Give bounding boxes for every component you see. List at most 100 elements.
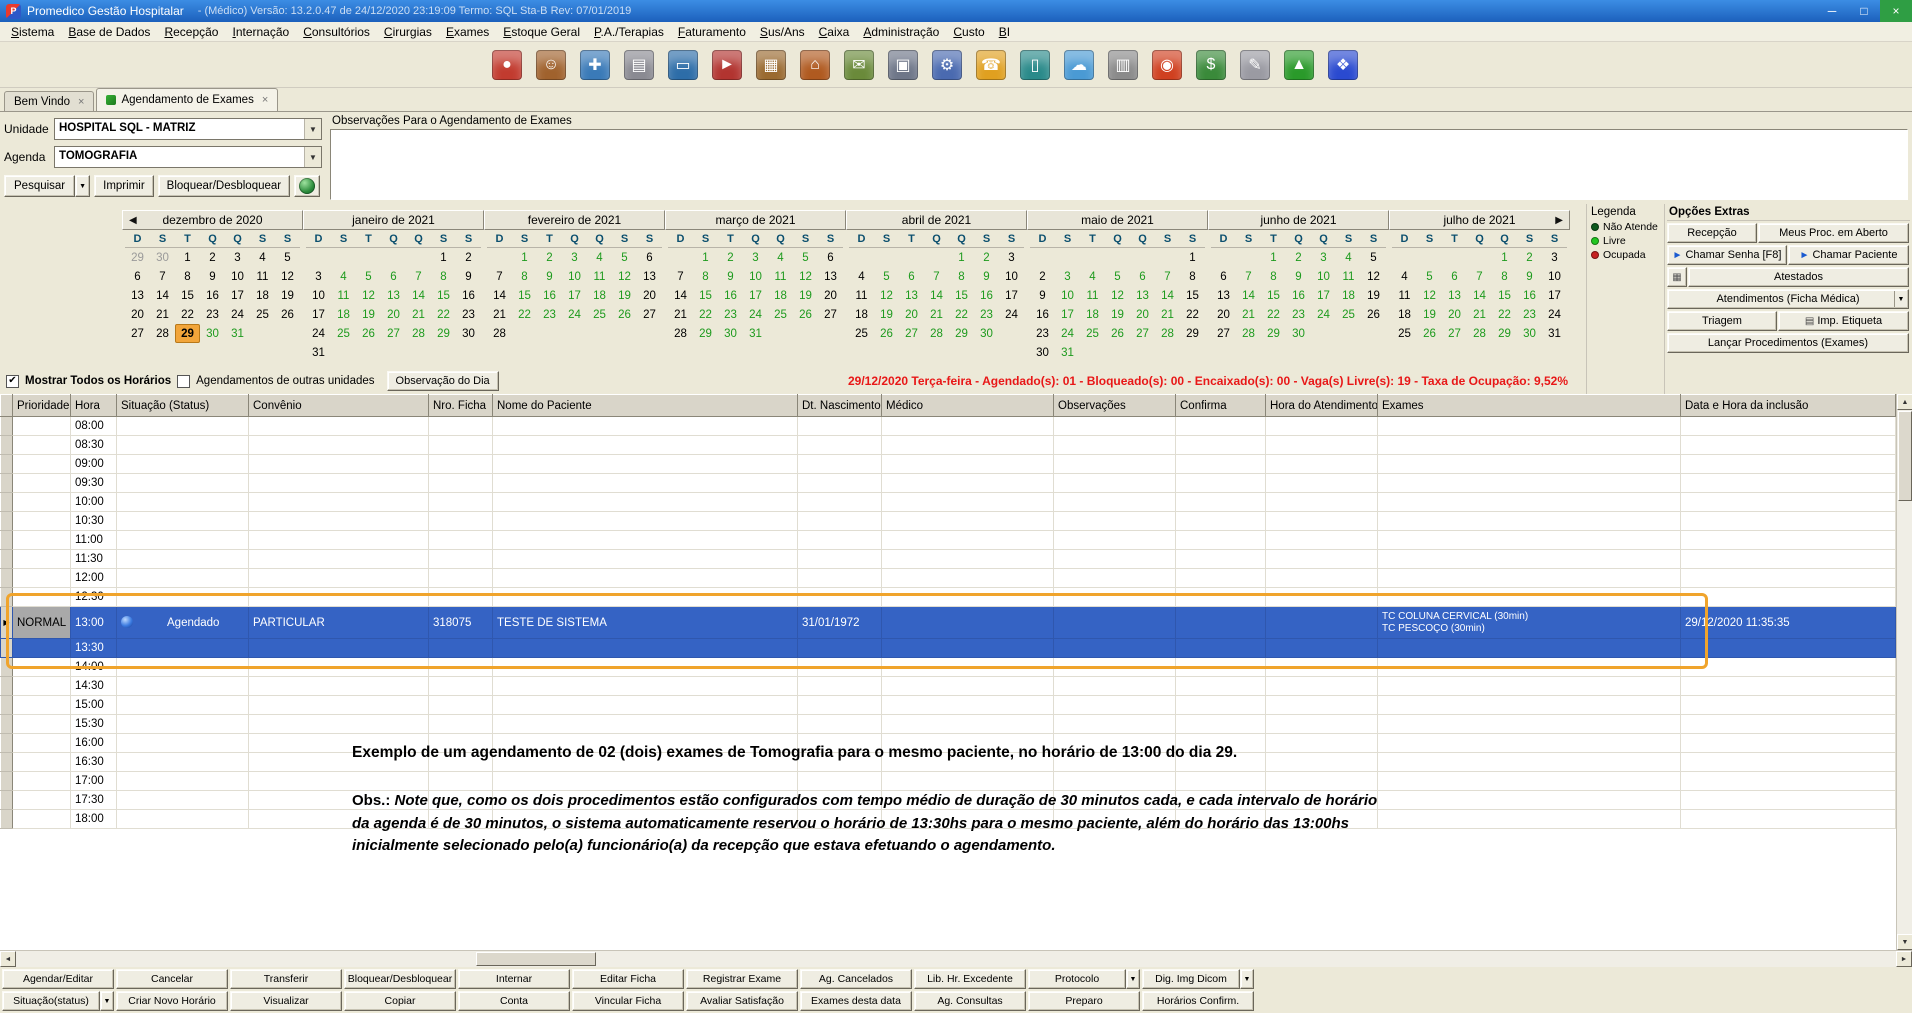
- calendar-day[interactable]: 26: [275, 305, 300, 324]
- boxes-icon[interactable]: ▦: [756, 50, 786, 80]
- calendar-day[interactable]: 20: [381, 305, 406, 324]
- calendar-day[interactable]: 10: [1542, 267, 1567, 286]
- calendar-day[interactable]: 29: [1180, 324, 1205, 343]
- calendar-day[interactable]: 5: [874, 267, 899, 286]
- schedule-row-1030[interactable]: 10:30: [1, 512, 1896, 531]
- notes-icon[interactable]: ✎: [1240, 50, 1270, 80]
- calendar-day[interactable]: 12: [793, 267, 818, 286]
- calendar-day[interactable]: 8: [175, 267, 200, 286]
- column-header-convenio[interactable]: Convênio: [249, 395, 429, 417]
- calendar-day[interactable]: 29: [175, 324, 200, 343]
- calendar-day[interactable]: 10: [562, 267, 587, 286]
- calendar-day[interactable]: 23: [718, 305, 743, 324]
- web-button[interactable]: [294, 175, 320, 197]
- calendar-day[interactable]: 30: [150, 248, 175, 267]
- tab-bem-vindo[interactable]: Bem Vindo ×: [4, 91, 94, 111]
- calendar-day[interactable]: 30: [718, 324, 743, 343]
- calendar-day[interactable]: 15: [431, 286, 456, 305]
- calendar-day[interactable]: 11: [250, 267, 275, 286]
- calendar-day[interactable]: 2: [1286, 248, 1311, 267]
- calendar-day[interactable]: 6: [899, 267, 924, 286]
- scroll-left-icon[interactable]: ◄: [0, 951, 16, 967]
- conta-button[interactable]: Conta: [458, 991, 570, 1011]
- menu-caixa[interactable]: Caixa: [812, 23, 857, 41]
- calendar-day[interactable]: 8: [1261, 267, 1286, 286]
- bed-icon[interactable]: ▭: [668, 50, 698, 80]
- calendar-day[interactable]: 3: [1542, 248, 1567, 267]
- copiar-button[interactable]: Copiar: [344, 991, 456, 1011]
- calendar-day[interactable]: 2: [1517, 248, 1542, 267]
- calendar-day[interactable]: 9: [456, 267, 481, 286]
- calendar-day[interactable]: 21: [668, 305, 693, 324]
- bloquear-desbloquear-button[interactable]: Bloquear/Desbloquear: [158, 175, 290, 197]
- agendar-editar-button[interactable]: Agendar/Editar: [2, 969, 114, 989]
- menu-faturamento[interactable]: Faturamento: [671, 23, 753, 41]
- calendar-day[interactable]: 14: [924, 286, 949, 305]
- calendar-day[interactable]: 9: [974, 267, 999, 286]
- schedule-row-1330[interactable]: 13:30: [1, 639, 1896, 658]
- calendar-day[interactable]: 6: [1442, 267, 1467, 286]
- sphere-icon[interactable]: ●: [492, 50, 522, 80]
- calendar-day[interactable]: 24: [743, 305, 768, 324]
- chevron-down-icon[interactable]: ▼: [304, 119, 321, 139]
- calendar-day[interactable]: 27: [1442, 324, 1467, 343]
- power-icon[interactable]: ◉: [1152, 50, 1182, 80]
- calendar-day[interactable]: 23: [1030, 324, 1055, 343]
- lancar-procedimentos-button[interactable]: Lançar Procedimentos (Exames): [1667, 333, 1909, 353]
- menu-custo[interactable]: Custo: [946, 23, 991, 41]
- calendar-next-icon[interactable]: ▶: [1555, 215, 1563, 226]
- calendar-day[interactable]: 10: [999, 267, 1024, 286]
- calendar-day[interactable]: 7: [924, 267, 949, 286]
- scroll-down-icon[interactable]: ▼: [1897, 934, 1912, 950]
- calendar-day[interactable]: 27: [1211, 324, 1236, 343]
- calendar-day[interactable]: 23: [1517, 305, 1542, 324]
- schedule-row-0930[interactable]: 09:30: [1, 474, 1896, 493]
- menu-base-de-dados[interactable]: Base de Dados: [61, 23, 157, 41]
- calendar-day[interactable]: 16: [200, 286, 225, 305]
- chat-icon[interactable]: ☁: [1064, 50, 1094, 80]
- chamar-senha-button[interactable]: ►Chamar Senha [F8]: [1667, 245, 1787, 265]
- calendar-day[interactable]: 28: [1155, 324, 1180, 343]
- calendar-day[interactable]: 12: [874, 286, 899, 305]
- calendar-day[interactable]: 13: [381, 286, 406, 305]
- menu-recepcao[interactable]: Recepção: [157, 23, 225, 41]
- calendar-day[interactable]: 3: [225, 248, 250, 267]
- calendar-day[interactable]: 8: [1492, 267, 1517, 286]
- calendar-day[interactable]: 19: [275, 286, 300, 305]
- calendar-day[interactable]: 20: [1211, 305, 1236, 324]
- calendar-day[interactable]: 17: [1542, 286, 1567, 305]
- calendar-day[interactable]: 29: [1261, 324, 1286, 343]
- shipping-icon[interactable]: ✉: [844, 50, 874, 80]
- calendar-day[interactable]: 31: [1055, 343, 1080, 362]
- calendar-day[interactable]: 14: [1155, 286, 1180, 305]
- close-button[interactable]: ×: [1880, 0, 1912, 22]
- calendar-day[interactable]: 11: [849, 286, 874, 305]
- calendar-day[interactable]: 27: [637, 305, 662, 324]
- calendar-day[interactable]: 4: [849, 267, 874, 286]
- calendar-day[interactable]: 14: [1467, 286, 1492, 305]
- column-header-dt-nascimento[interactable]: Dt. Nascimento: [798, 395, 882, 417]
- calendar-day[interactable]: 25: [1080, 324, 1105, 343]
- chamar-paciente-button[interactable]: ►Chamar Paciente: [1788, 245, 1909, 265]
- calendar-day[interactable]: 12: [1417, 286, 1442, 305]
- calendar-day[interactable]: 10: [1055, 286, 1080, 305]
- column-header-data-e-hora-da-inclusao[interactable]: Data e Hora da inclusão: [1681, 395, 1896, 417]
- visualizar-button[interactable]: Visualizar: [230, 991, 342, 1011]
- schedule-row-1200[interactable]: 12:00: [1, 569, 1896, 588]
- calendar-day[interactable]: 3: [562, 248, 587, 267]
- calendar-day[interactable]: 18: [768, 286, 793, 305]
- atendimentos-ficha-medica-button[interactable]: Atendimentos (Ficha Médica)▼: [1667, 289, 1909, 309]
- calendar-day[interactable]: 15: [1261, 286, 1286, 305]
- avaliar-satisfacao-button[interactable]: Avaliar Satisfação: [686, 991, 798, 1011]
- calendar-day[interactable]: 10: [1311, 267, 1336, 286]
- calendar-day[interactable]: 18: [849, 305, 874, 324]
- tab-agendamento-de-exames[interactable]: Agendamento de Exames ×: [96, 88, 278, 111]
- calendar-day[interactable]: 12: [275, 267, 300, 286]
- calendar-day[interactable]: 15: [949, 286, 974, 305]
- column-header-nome-do-paciente[interactable]: Nome do Paciente: [493, 395, 798, 417]
- calendar-day[interactable]: 16: [1286, 286, 1311, 305]
- calendar-day[interactable]: 2: [537, 248, 562, 267]
- calendar-day[interactable]: 26: [874, 324, 899, 343]
- calendar-day[interactable]: 21: [1155, 305, 1180, 324]
- calendar-day[interactable]: 22: [949, 305, 974, 324]
